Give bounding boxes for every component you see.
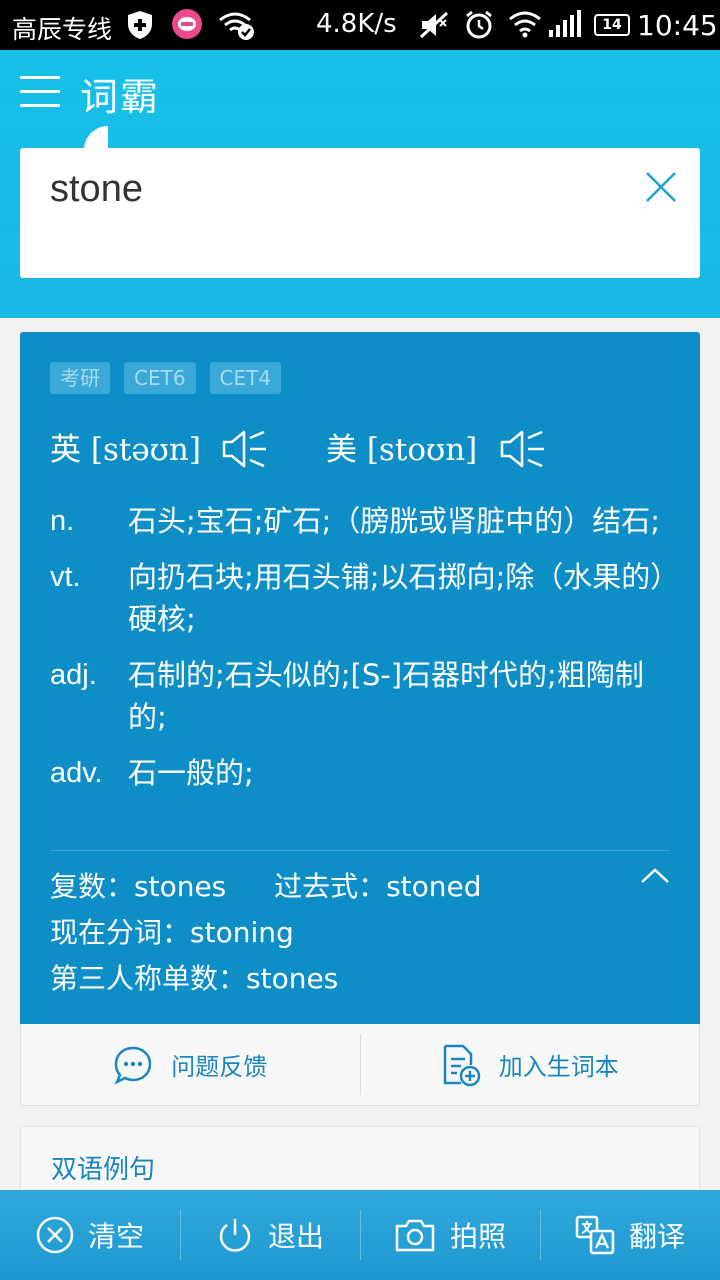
photo-button[interactable]: 拍照: [360, 1190, 540, 1280]
definition-text: 石头;宝石;矿石;（膀胱或肾脏中的）结石;: [128, 504, 661, 538]
shield-plus-icon: [128, 11, 152, 39]
alarm-icon: [466, 10, 492, 39]
exam-tags: 考研 CET6 CET4: [50, 362, 282, 394]
us-pronunciation: 美 [stoʊn]: [326, 424, 477, 469]
chevron-up-icon[interactable]: [640, 864, 670, 888]
definition-text: 石制的;石头似的;[S-]石器时代的;粗陶制的;: [128, 658, 644, 734]
menu-icon: [20, 76, 60, 79]
translate-label: 翻译: [628, 1220, 685, 1253]
tag-kaoyan: 考研: [50, 362, 110, 394]
card-actions: 问题反馈 加入生词本: [20, 1024, 700, 1106]
status-bar: 高辰专线 4.8K/s 14 10:45: [0, 0, 720, 50]
add-wordbook-label: 加入生词本: [498, 1053, 619, 1081]
clear-button[interactable]: 清空: [0, 1190, 180, 1280]
photo-label: 拍照: [449, 1220, 506, 1253]
definition-card: 考研 CET6 CET4 英 [stəʊn] 美 [stoʊn] n. 石头;宝…: [20, 332, 700, 1024]
part-of-speech: adv.: [50, 757, 103, 789]
definition-row: vt. 向扔石块;用石头铺;以石掷向;除（水果的）硬核;: [50, 556, 680, 640]
definition-row: adv. 石一般的;: [50, 752, 680, 794]
tag-cet4: CET4: [209, 362, 282, 394]
feedback-label: 问题反馈: [171, 1053, 268, 1081]
word-forms: 复数：stones 过去式：stoned 现在分词：stoning 第三人称单数…: [50, 864, 482, 1002]
battery-level: 14: [594, 14, 630, 36]
menu-button[interactable]: [20, 76, 60, 110]
definition-row: adj. 石制的;石头似的;[S-]石器时代的;粗陶制的;: [50, 654, 680, 738]
form-past: 过去式：stoned: [274, 870, 482, 903]
search-box[interactable]: stone: [20, 148, 700, 278]
wifi-hotspot-icon: [219, 12, 254, 40]
us-ipa: [stoʊn]: [366, 432, 478, 468]
bottom-toolbar: 清空 退出 拍照 翻译: [0, 1190, 720, 1280]
definitions-list: n. 石头;宝石;矿石;（膀胱或肾脏中的）结石; vt. 向扔石块;用石头铺;以…: [50, 500, 680, 808]
uk-label: 英: [50, 432, 81, 468]
circle-x-icon: [36, 1216, 74, 1254]
search-input[interactable]: stone: [50, 168, 143, 211]
part-of-speech: vt.: [50, 561, 81, 593]
exit-label: 退出: [267, 1220, 324, 1253]
power-icon: [219, 1219, 251, 1252]
part-of-speech: adj.: [50, 659, 97, 691]
clock: 10:45: [637, 9, 718, 42]
feedback-button[interactable]: 问题反馈: [21, 1024, 360, 1105]
translate-button[interactable]: 翻译: [540, 1190, 720, 1280]
add-wordbook-button[interactable]: 加入生词本: [359, 1034, 700, 1095]
camera-icon: [395, 1219, 435, 1252]
signal-icon: [549, 10, 581, 37]
part-of-speech: n.: [50, 505, 75, 537]
tag-cet6: CET6: [124, 362, 196, 394]
clear-search-icon[interactable]: [644, 170, 678, 204]
carrier-name: 高辰专线: [12, 15, 113, 44]
definition-row: n. 石头;宝石;矿石;（膀胱或肾脏中的）结石;: [50, 500, 680, 542]
network-speed: 4.8K/s: [316, 9, 397, 39]
chat-app-icon: [172, 9, 202, 39]
uk-speaker-icon[interactable]: [220, 428, 270, 470]
definition-text: 向扔石块;用石头铺;以石掷向;除（水果的）硬核;: [128, 560, 680, 636]
form-plural: 复数：stones: [50, 870, 227, 903]
exit-button[interactable]: 退出: [180, 1190, 360, 1280]
uk-pronunciation: 英 [stəʊn]: [50, 424, 201, 469]
app-header: 词霸 stone: [0, 50, 720, 318]
add-note-icon: [443, 1044, 480, 1086]
clear-label: 清空: [87, 1220, 144, 1253]
form-present-participle: 现在分词：stoning: [50, 916, 294, 949]
definition-text: 石一般的;: [128, 756, 254, 790]
wifi-icon: [509, 11, 541, 38]
form-third-person: 第三人称单数：stones: [50, 962, 339, 995]
chat-bubble-icon: [114, 1046, 152, 1085]
translate-icon: [575, 1215, 615, 1255]
us-speaker-icon[interactable]: [498, 428, 548, 470]
forms-divider: [50, 850, 670, 851]
mute-icon: [419, 11, 449, 39]
examples-title: 双语例句: [51, 1155, 156, 1185]
uk-ipa: [stəʊn]: [90, 432, 201, 468]
app-logo: 词霸: [80, 75, 161, 119]
us-label: 美: [326, 432, 357, 468]
